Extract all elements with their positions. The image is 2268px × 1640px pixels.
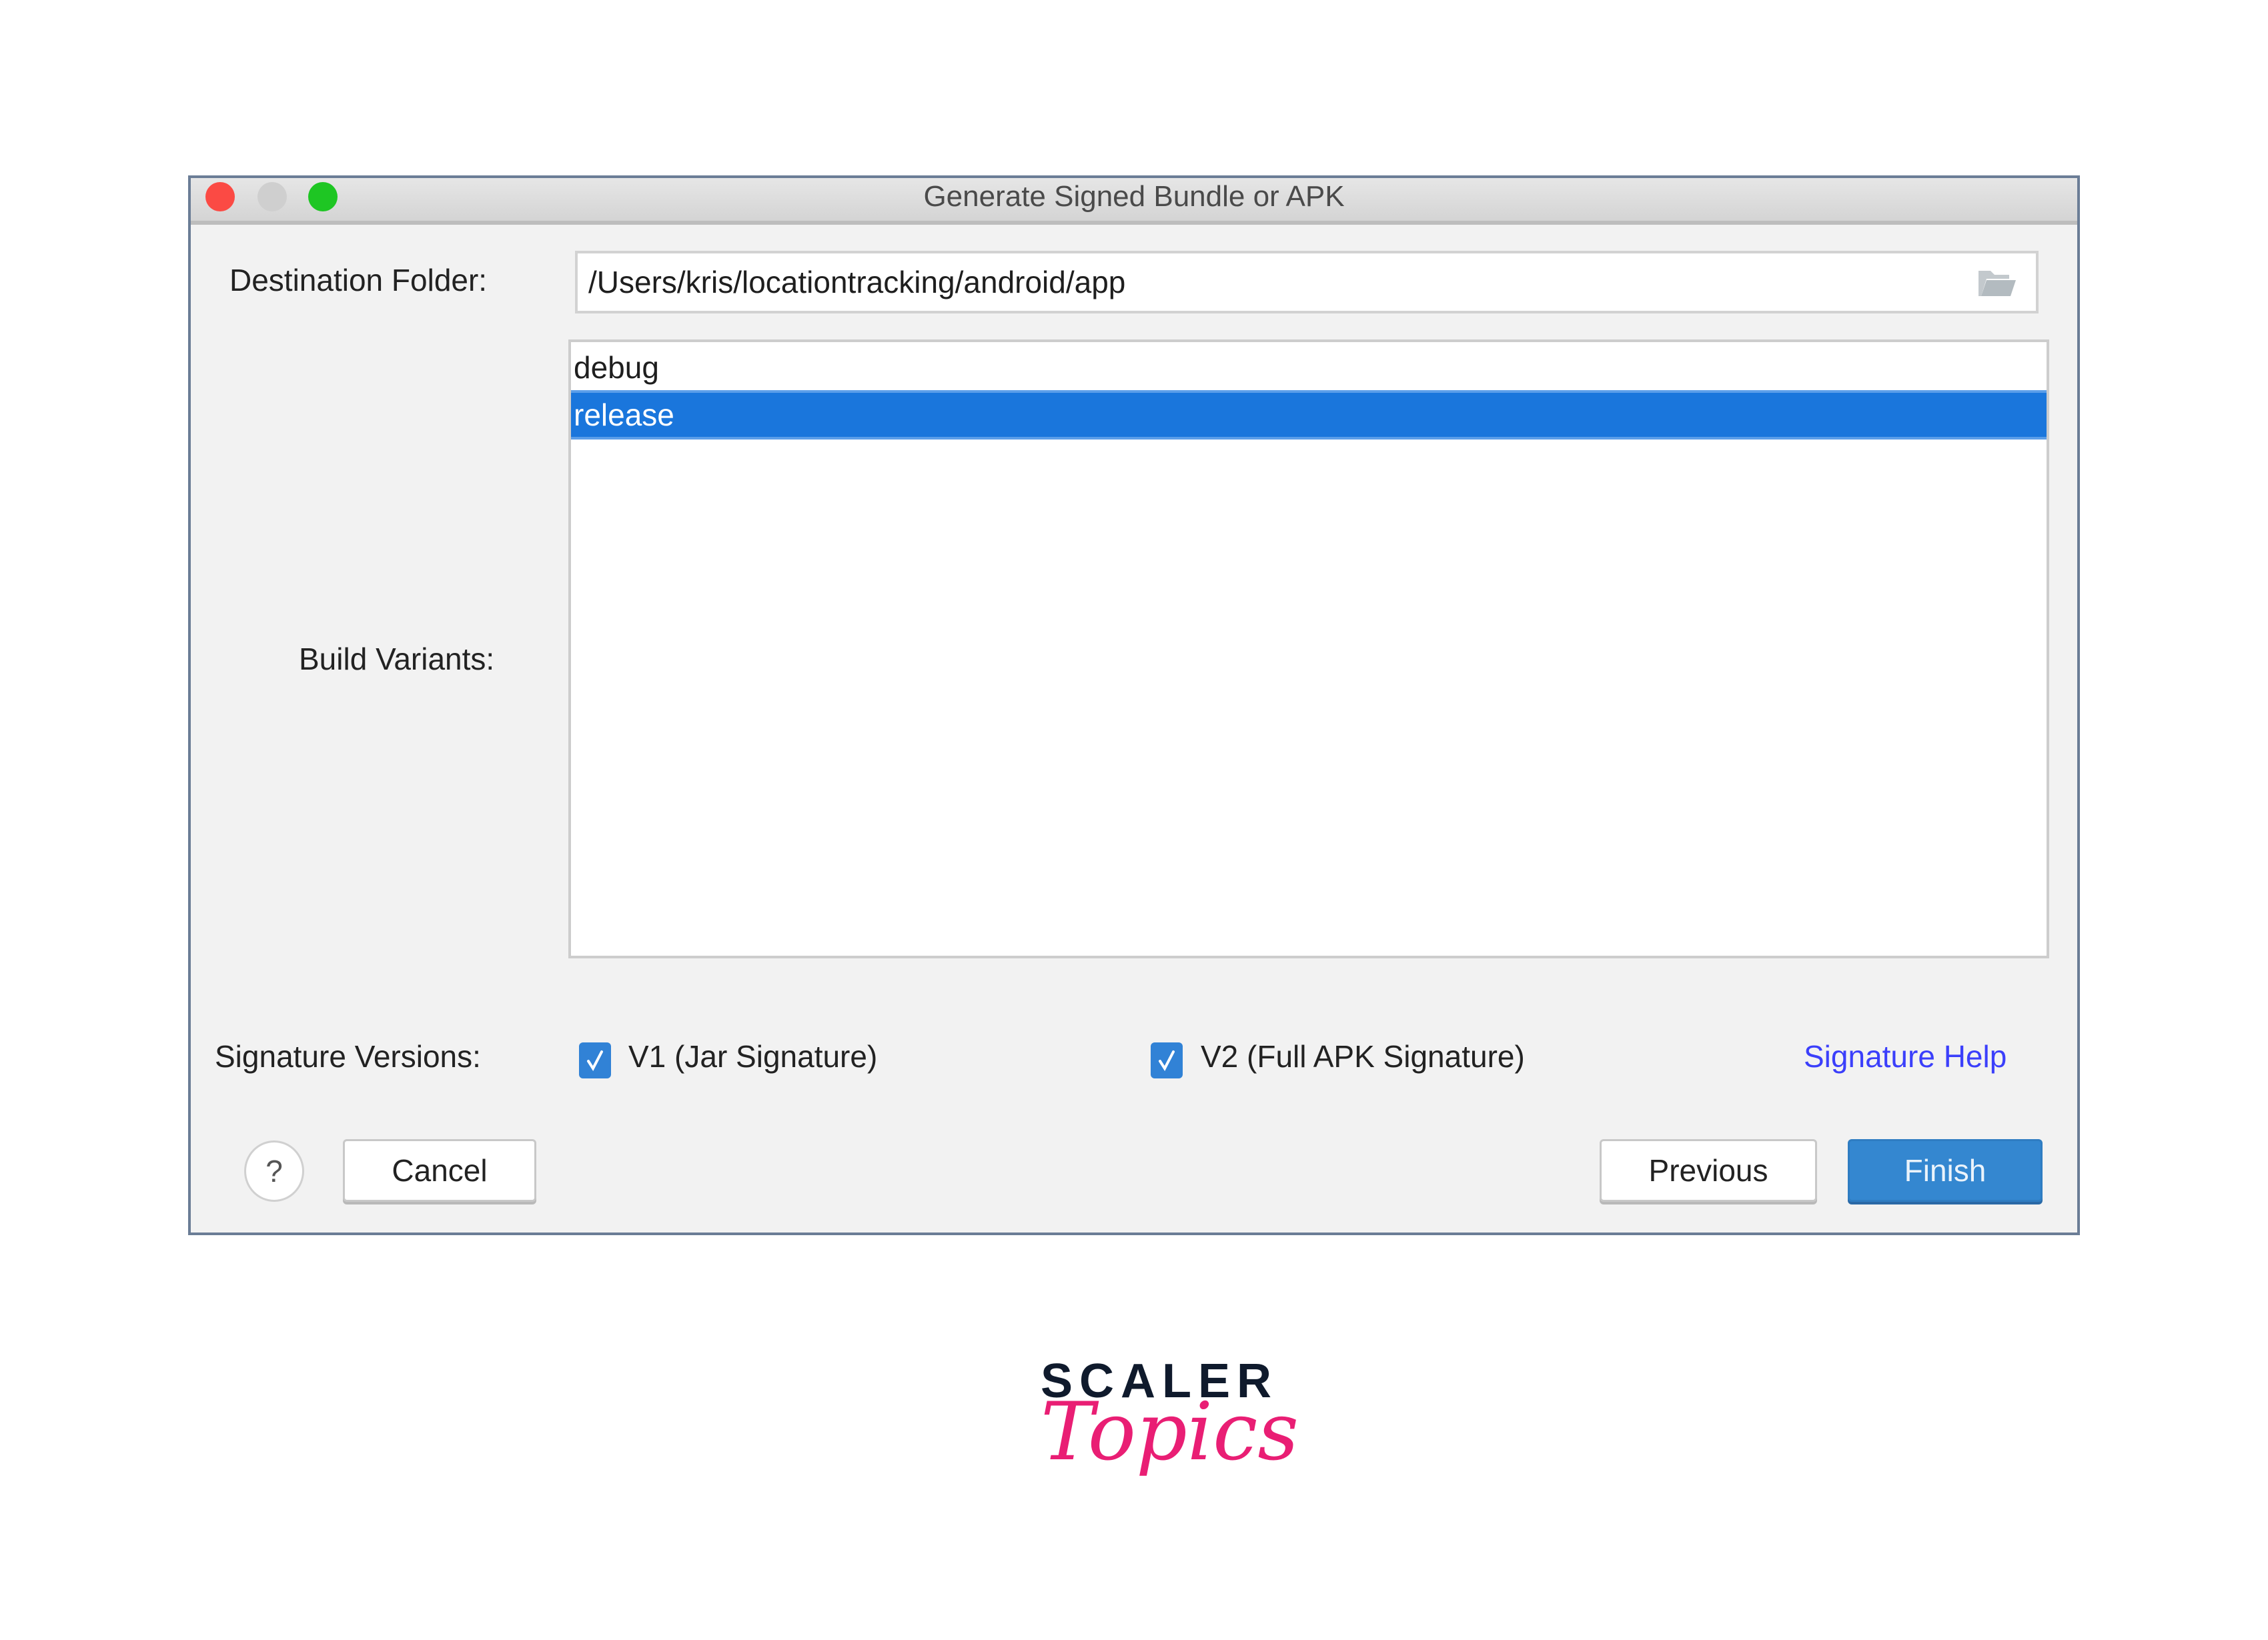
build-variant-release[interactable]: release [571,390,2047,440]
build-variant-debug[interactable]: debug [571,343,2047,391]
previous-button[interactable]: Previous [1600,1139,1817,1202]
destination-folder-label: Destination Folder: [229,263,488,297]
v2-signature-checkbox[interactable] [1151,1042,1183,1078]
v2-signature-label[interactable]: V2 (Full APK Signature) [1201,1038,1525,1074]
cancel-button[interactable]: Cancel [343,1139,536,1202]
signature-versions-label: Signature Versions: [215,1039,481,1074]
signature-help-link[interactable]: Signature Help [1804,1038,2007,1074]
help-button[interactable]: ? [244,1140,304,1202]
build-variants-list[interactable]: debug release [568,339,2049,958]
generate-signed-apk-dialog: Generate Signed Bundle or APK Destinatio… [188,175,2080,1235]
v1-signature-label[interactable]: V1 (Jar Signature) [628,1038,877,1074]
finish-button[interactable]: Finish [1848,1139,2043,1202]
checkmark-icon [1159,1050,1175,1071]
v1-signature-checkbox[interactable] [579,1042,611,1078]
scaler-topics-logo: SCALER Topics [1041,1354,1299,1521]
logo-topics-text: Topics [1041,1386,1299,1479]
window-title: Generate Signed Bundle or APK [923,180,1345,213]
destination-folder-input[interactable]: /Users/kris/locationtracking/android/app [575,251,2039,313]
title-bar[interactable]: Generate Signed Bundle or APK [191,178,2077,225]
destination-folder-value[interactable]: /Users/kris/locationtracking/android/app [588,264,1125,300]
folder-open-icon[interactable] [1977,268,2017,299]
build-variants-label: Build Variants: [299,642,495,676]
checkmark-icon [587,1050,603,1071]
